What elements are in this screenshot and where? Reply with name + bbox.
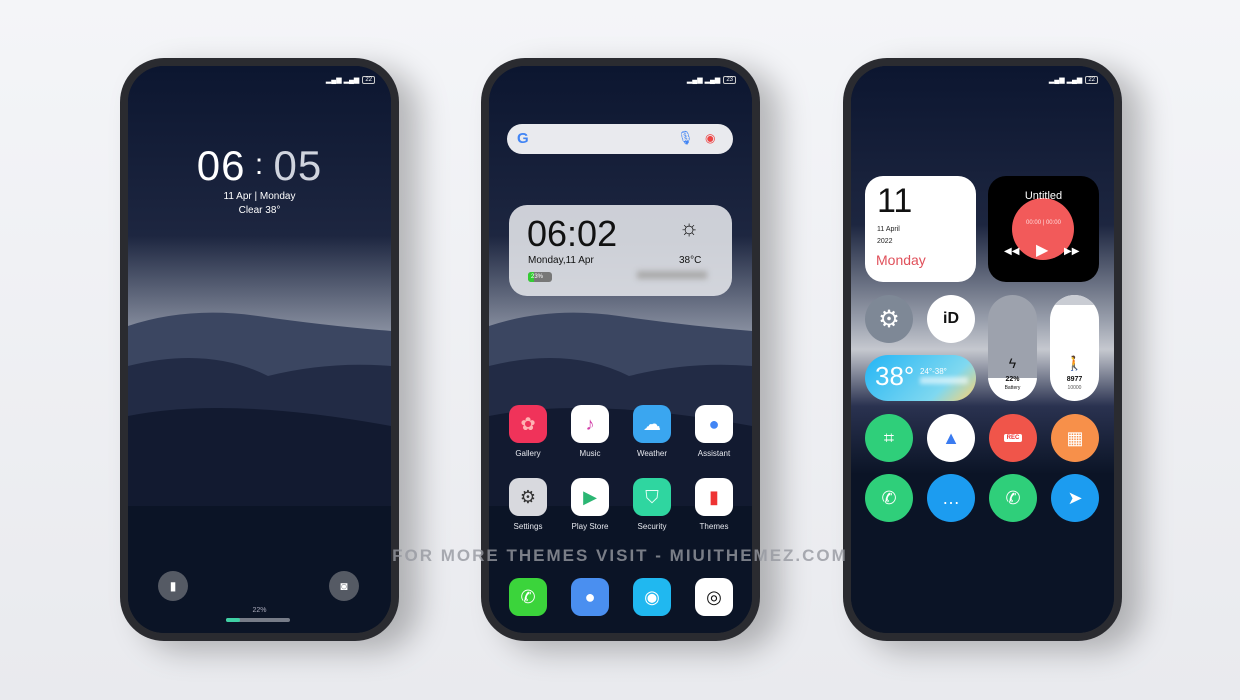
app-weather[interactable]: ☁ Weather — [632, 405, 672, 458]
dock-camera[interactable]: ◎ — [694, 578, 734, 616]
status-bar: ▂▄▆ ▂▄▆ 22 — [326, 76, 375, 84]
mountains-wallpaper — [128, 312, 391, 506]
widget-temperature: 38°C — [679, 255, 702, 266]
whatsapp-icon[interactable]: ✆ — [989, 474, 1037, 522]
recorder-icon[interactable]: REC — [989, 414, 1037, 462]
lock-clock: 06 : 05 — [196, 142, 323, 189]
weather-range: 24°-38° — [920, 367, 947, 376]
charge-percent: 22% — [252, 607, 267, 614]
phone-icon[interactable]: ✆ — [865, 474, 913, 522]
watermark: FOR MORE THEMES VISIT - MIUITHEMEZ.COM — [392, 546, 848, 565]
security-icon: ⛉ — [633, 478, 671, 516]
telegram-icon[interactable]: ➤ — [1051, 474, 1099, 522]
app-label: Weather — [636, 449, 668, 458]
app-icon-id[interactable]: iD — [927, 295, 975, 343]
app-security[interactable]: ⛉ Security — [632, 478, 672, 531]
music-title: Untitled — [1024, 190, 1063, 202]
flashlight-icon[interactable]: ▮ — [158, 571, 188, 601]
weather-widget[interactable]: 38° 24°-38° — [865, 355, 976, 401]
clock-weather-widget[interactable]: 06:02 Monday,11 Apr 23% ☼ 38°C — [509, 205, 732, 296]
battery-indicator: 22 — [1085, 76, 1098, 84]
sun-icon: ☼ — [679, 215, 700, 240]
app-label: Play Store — [571, 522, 609, 531]
settings-icon[interactable]: ⚙ — [865, 295, 913, 343]
assistant-icon: ● — [695, 405, 733, 443]
calendar-widget[interactable]: 11 11 April 2022 Monday — [865, 176, 976, 282]
app-label: Gallery — [515, 449, 541, 458]
calendar-year: 2022 — [877, 238, 893, 245]
music-icon: ♪ — [571, 405, 609, 443]
app-assistant[interactable]: ● Assistant — [694, 405, 734, 458]
status-bar: ▂▄▆ ▂▄▆ 22 — [1049, 76, 1098, 84]
calculator-icon[interactable]: ▦ — [1051, 414, 1099, 462]
lock-date: 11 Apr | Monday — [223, 191, 296, 202]
music-time: 00:00 | 00:00 — [1026, 220, 1061, 226]
status-bar: ▂▄▆ ▂▄▆ 23 — [687, 76, 736, 84]
settings-icon: ⚙ — [509, 478, 547, 516]
google-search-bar[interactable]: G 🎙 ◉ — [507, 124, 733, 154]
widget-battery: 23% — [528, 272, 552, 282]
lens-icon[interactable]: ◉ — [705, 131, 715, 145]
blurred-location — [920, 377, 968, 384]
steps-goal: 10000 — [1067, 385, 1082, 391]
google-icon: G — [517, 130, 529, 147]
messages-icon[interactable]: … — [927, 474, 975, 522]
weather-icon: ☁ — [633, 405, 671, 443]
browser-icon: ◉ — [633, 578, 671, 616]
play-icon[interactable]: ▶ — [1036, 240, 1048, 260]
rec-label: REC — [1003, 434, 1023, 442]
camera-icon: ◎ — [695, 578, 733, 616]
battery-label: Battery — [1004, 385, 1021, 391]
app-label: Themes — [699, 522, 729, 531]
app-play-store[interactable]: ▶ Play Store — [570, 478, 610, 531]
battery-indicator: 22 — [362, 76, 375, 84]
scanner-icon[interactable]: ⌗ — [865, 414, 913, 462]
app-music[interactable]: ♪ Music — [570, 405, 610, 458]
battery-indicator: 23 — [723, 76, 736, 84]
microphone-icon[interactable]: 🎙 — [677, 130, 694, 146]
next-icon[interactable]: ▶▶ — [1064, 246, 1079, 257]
calendar-date: 11 April — [877, 226, 900, 233]
dock-browser[interactable]: ◉ — [632, 578, 672, 616]
themes-icon: ▮ — [695, 478, 733, 516]
dock-messages[interactable]: ● — [570, 578, 610, 616]
gallery-icon: ✿ — [509, 405, 547, 443]
app-settings[interactable]: ⚙ Settings — [508, 478, 548, 531]
app-label: Settings — [513, 522, 543, 531]
steps-widget[interactable]: 🚶 8977 10000 — [1050, 295, 1099, 401]
camera-icon[interactable]: ◙ — [329, 571, 359, 601]
dock-phone[interactable]: ✆ — [508, 578, 548, 616]
charge-bar — [226, 618, 290, 622]
app-label: Music — [579, 449, 601, 458]
gallery-icon[interactable]: ▲ — [927, 414, 975, 462]
walking-icon: 🚶 — [1065, 355, 1084, 371]
widget-date: Monday,11 Apr — [528, 255, 594, 266]
battery-widget[interactable]: ϟ 22% Battery — [988, 295, 1037, 401]
app-label: Assistant — [697, 449, 731, 458]
bolt-icon: ϟ — [1008, 355, 1017, 371]
blurred-location — [637, 271, 707, 279]
music-widget[interactable]: Untitled 00:00 | 00:00 ◀◀ ▶ ▶▶ — [988, 176, 1099, 282]
calendar-day: 11 — [877, 182, 913, 220]
steps-count: 8977 — [1066, 376, 1083, 383]
calendar-weekday: Monday — [876, 252, 926, 268]
app-themes[interactable]: ▮ Themes — [694, 478, 734, 531]
lock-weather: Clear 38° — [238, 205, 281, 216]
widget-clock: 06:02 — [527, 213, 618, 254]
app-label: Security — [637, 522, 667, 531]
battery-percent: 22% — [1005, 376, 1020, 383]
app-gallery[interactable]: ✿ Gallery — [508, 405, 548, 458]
weather-temp: 38° — [875, 361, 915, 391]
messages-icon: ● — [571, 578, 609, 616]
previous-icon[interactable]: ◀◀ — [1004, 246, 1019, 257]
play-store-icon: ▶ — [571, 478, 609, 516]
phone-icon: ✆ — [509, 578, 547, 616]
